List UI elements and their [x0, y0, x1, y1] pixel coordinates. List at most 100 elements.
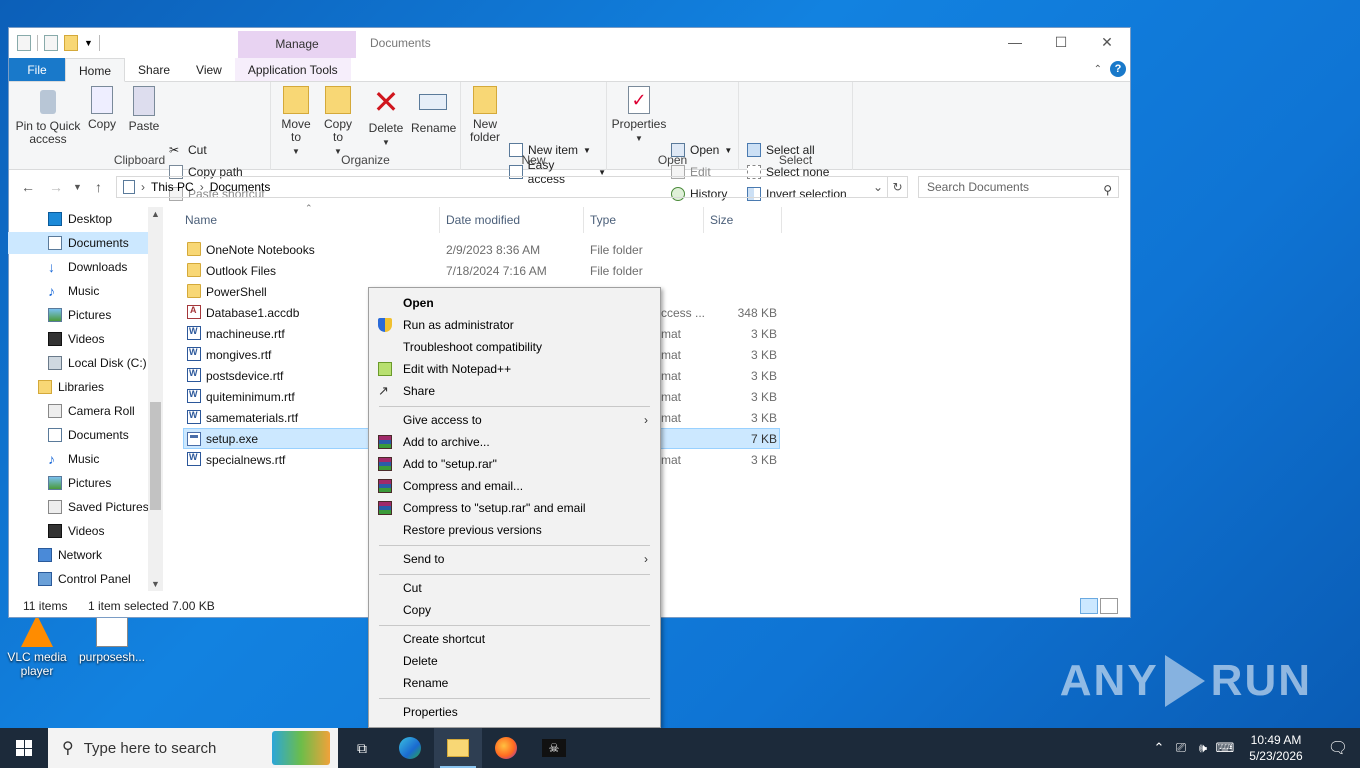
menu-item-delete[interactable]: Delete — [371, 650, 658, 672]
nav-item-camera-roll[interactable]: Camera Roll — [8, 400, 148, 422]
scroll-up-icon[interactable]: ▲ — [151, 209, 160, 219]
firefox-button[interactable] — [482, 728, 530, 768]
menu-item-compress-email[interactable]: Compress and email... — [371, 475, 658, 497]
start-button[interactable] — [0, 728, 48, 768]
tab-file[interactable]: File — [9, 58, 65, 81]
menu-item-notepadpp[interactable]: Edit with Notepad++ — [371, 358, 658, 380]
pirate-app-button[interactable]: ☠ — [530, 728, 578, 768]
menu-item-rename[interactable]: Rename — [371, 672, 658, 694]
menu-item-send-to[interactable]: Send to › — [371, 548, 658, 570]
nav-item-library-documents[interactable]: Documents — [8, 424, 148, 446]
new-folder-button[interactable]: New folder — [467, 86, 503, 144]
rename-button[interactable]: Rename — [411, 86, 456, 135]
large-icons-view-icon[interactable] — [1100, 598, 1118, 614]
menu-item-restore-versions[interactable]: Restore previous versions — [371, 519, 658, 541]
collapse-ribbon-icon[interactable]: ⌃ — [1094, 64, 1102, 75]
address-bar[interactable]: › This PC › Documents ⌄ — [116, 176, 888, 198]
rtf-file-icon — [187, 347, 201, 361]
forward-arrow-icon[interactable]: → — [49, 179, 63, 195]
desktop-icon-vlc[interactable]: VLC media player — [2, 615, 72, 678]
download-arrow-icon: ↓ — [48, 259, 55, 275]
column-header-size[interactable]: Size — [704, 207, 782, 233]
network-status-icon[interactable]: ⎚ — [1170, 740, 1192, 756]
manage-tab[interactable]: Manage — [238, 31, 356, 58]
nav-item-desktop[interactable]: Desktop — [8, 208, 148, 230]
details-view-icon[interactable] — [1080, 598, 1098, 614]
properties-button[interactable]: ✓ Properties ▼ — [611, 86, 667, 145]
search-input[interactable]: Search Documents ⚲ — [918, 176, 1119, 198]
nav-item-saved-pictures[interactable]: Saved Pictures — [8, 496, 149, 518]
menu-item-add-to-rar[interactable]: Add to "setup.rar" — [371, 453, 658, 475]
nav-item-music[interactable]: ♪ Music — [8, 280, 148, 302]
up-arrow-icon[interactable]: ↑ — [95, 179, 102, 195]
tab-application-tools[interactable]: Application Tools — [234, 58, 351, 81]
copy-to-button[interactable]: Copy to ▼ — [321, 86, 355, 158]
file-explorer-taskbar-button[interactable] — [434, 728, 482, 768]
checkmark-icon[interactable] — [44, 35, 58, 51]
address-dropdown-icon[interactable]: ⌄ — [873, 180, 883, 194]
recent-chevron-icon[interactable]: ▼ — [73, 182, 82, 192]
pin-quick-access-button[interactable]: Pin to Quick access — [13, 86, 83, 146]
nav-item-network[interactable]: Network — [8, 544, 148, 566]
nav-item-local-disk[interactable]: Local Disk (C:) — [8, 352, 148, 374]
menu-item-create-shortcut[interactable]: Create shortcut — [371, 628, 658, 650]
menu-item-share[interactable]: ↗ Share — [371, 380, 658, 402]
help-icon[interactable]: ? — [1110, 61, 1126, 77]
menu-item-copy[interactable]: Copy — [371, 599, 658, 621]
breadcrumb-documents[interactable]: Documents — [210, 180, 271, 194]
column-header-type[interactable]: Type — [584, 207, 704, 233]
column-header-name[interactable]: Name — [183, 207, 440, 233]
file-row-onenote[interactable]: OneNote Notebooks 2/9/2023 8:36 AM File … — [183, 239, 780, 260]
breadcrumb-this-pc[interactable]: This PC — [151, 180, 194, 194]
close-button[interactable]: ✕ — [1084, 28, 1130, 56]
menu-item-cut[interactable]: Cut — [371, 577, 658, 599]
scroll-down-icon[interactable]: ▼ — [151, 579, 160, 589]
nav-item-pictures[interactable]: Pictures — [8, 304, 148, 326]
menu-item-properties[interactable]: Properties — [371, 701, 658, 723]
nav-item-documents[interactable]: Documents — [8, 232, 148, 254]
menu-item-add-archive[interactable]: Add to archive... — [371, 431, 658, 453]
minimize-button[interactable]: — — [992, 28, 1038, 56]
nav-item-library-videos[interactable]: Videos — [8, 520, 148, 542]
taskbar-search-box[interactable]: ⚲ Type here to search — [48, 728, 338, 768]
ime-icon[interactable]: ⌨ — [1214, 740, 1236, 756]
scrollbar-thumb[interactable] — [150, 402, 161, 510]
submenu-arrow-icon: › — [644, 552, 648, 566]
notification-icon[interactable]: 🗨 — [1316, 738, 1360, 758]
nav-item-libraries[interactable]: Libraries — [8, 376, 148, 398]
tab-home[interactable]: Home — [65, 58, 126, 82]
menu-item-give-access[interactable]: Give access to › — [371, 409, 658, 431]
nav-item-videos[interactable]: Videos — [8, 328, 148, 350]
volume-icon[interactable]: 🕪 — [1192, 740, 1214, 756]
clock[interactable]: 10:49 AM 5/23/2026 — [1236, 732, 1316, 764]
back-arrow-icon[interactable]: ← — [21, 179, 35, 195]
move-to-button[interactable]: Move to ▼ — [279, 86, 313, 158]
menu-item-troubleshoot[interactable]: Troubleshoot compatibility — [371, 336, 658, 358]
copy-button[interactable]: Copy — [87, 86, 117, 131]
menu-item-open[interactable]: Open — [371, 292, 658, 314]
nav-item-downloads[interactable]: ↓ Downloads — [8, 256, 148, 278]
column-header-date[interactable]: Date modified — [440, 207, 584, 233]
task-view-button[interactable]: ⧉ — [338, 728, 386, 768]
menu-item-compress-rar-email[interactable]: Compress to "setup.rar" and email — [371, 497, 658, 519]
window-controls: — ☐ ✕ — [992, 28, 1130, 56]
delete-button[interactable]: ✕ Delete ▼ — [367, 86, 405, 149]
nav-item-library-pictures[interactable]: Pictures — [8, 472, 148, 494]
nav-item-control-panel[interactable]: Control Panel — [8, 568, 148, 590]
chevron-up-icon[interactable]: ⌃ — [1148, 740, 1170, 756]
tab-view[interactable]: View — [183, 58, 235, 81]
nav-scrollbar[interactable]: ▲ ▼ — [148, 207, 163, 591]
file-row-outlook[interactable]: Outlook Files 7/18/2024 7:16 AM File fol… — [183, 260, 780, 281]
maximize-button[interactable]: ☐ — [1038, 28, 1084, 56]
new-group: New folder New item ▼ Easy access ▼ New — [461, 82, 607, 186]
properties-icon[interactable] — [17, 35, 31, 51]
edge-button[interactable] — [386, 728, 434, 768]
menu-item-run-as-admin[interactable]: Run as administrator — [371, 314, 658, 336]
desktop-icon-purposesh[interactable]: purposesh... — [77, 615, 147, 664]
new-folder-icon[interactable] — [64, 35, 78, 51]
nav-item-library-music[interactable]: ♪ Music — [8, 448, 148, 470]
chevron-down-icon[interactable]: ▼ — [84, 38, 93, 48]
refresh-icon[interactable]: ↻ — [888, 176, 908, 198]
tab-share[interactable]: Share — [125, 58, 183, 81]
paste-button[interactable]: Paste — [127, 86, 161, 133]
